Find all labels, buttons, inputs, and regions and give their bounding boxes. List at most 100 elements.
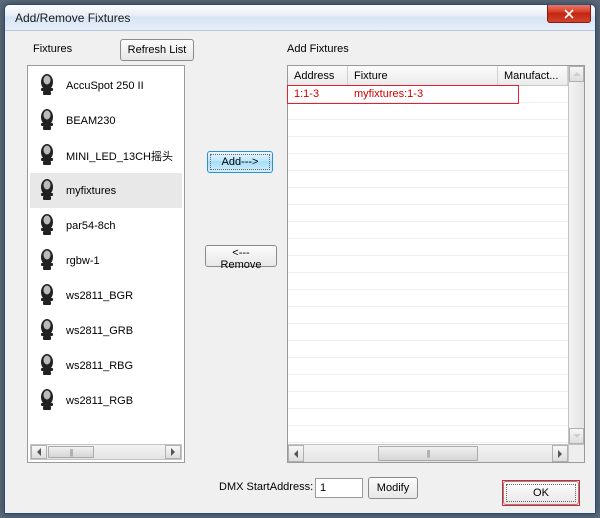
fixture-item-label: BEAM230 [66,115,116,127]
table-row[interactable] [288,154,568,171]
fixture-icon [34,213,60,239]
table-row[interactable] [288,222,568,239]
table-cell [498,188,568,204]
table-row[interactable] [288,375,568,392]
titlebar[interactable]: Add/Remove Fixtures [5,5,595,31]
scroll-track[interactable] [569,82,584,428]
close-button[interactable] [547,5,591,23]
scroll-down-button[interactable] [569,428,584,444]
scroll-thumb[interactable]: ||| [48,446,94,458]
table-cell [288,188,348,204]
fixture-list-item[interactable]: ws2811_RBG [30,348,182,383]
fixture-list-item[interactable]: BEAM230 [30,103,182,138]
table-cell [498,341,568,357]
dmx-start-label: DMX StartAddress: [219,481,313,493]
table-row[interactable] [288,358,568,375]
chevron-down-icon [573,433,581,439]
chevron-left-icon [293,450,299,458]
table-cell [498,324,568,340]
table-cell [348,307,498,323]
table-row[interactable] [288,273,568,290]
table-cell [498,426,568,442]
fixture-list-hscroll[interactable]: ||| [30,444,182,460]
table-cell [498,307,568,323]
table-row[interactable] [288,307,568,324]
column-header[interactable]: Address [288,66,348,85]
table-row[interactable] [288,188,568,205]
table-row[interactable]: 1:1-3myfixtures:1-3 [288,86,568,103]
table-cell [288,375,348,391]
table-cell [348,188,498,204]
table-cell [348,120,498,136]
table-vscroll[interactable] [568,66,584,444]
table-row[interactable] [288,103,568,120]
table-cell [288,409,348,425]
table-row[interactable] [288,341,568,358]
fixture-list: AccuSpot 250 II BEAM230 MINI_LED_13CH摇头myf… [27,65,185,463]
fixture-item-label: par54-8ch [66,220,116,232]
fixture-list-item[interactable]: myfixtures [30,173,182,208]
column-header[interactable]: Manufact... [498,66,568,85]
table-row[interactable] [288,409,568,426]
fixture-icon [34,108,60,134]
ok-button[interactable]: OK [503,481,579,505]
table-row[interactable] [288,239,568,256]
scroll-thumb[interactable]: ||| [378,446,477,461]
table-cell [498,154,568,170]
table-cell [288,341,348,357]
scroll-left-button[interactable] [288,445,304,462]
chevron-up-icon [573,71,581,77]
scroll-up-button[interactable] [569,66,584,82]
scroll-track[interactable]: ||| [47,445,165,459]
fixture-list-item[interactable]: MINI_LED_13CH摇头 [30,138,182,173]
table-row[interactable] [288,290,568,307]
scroll-track[interactable]: ||| [304,445,552,462]
fixture-list-item[interactable]: AccuSpot 250 II [30,68,182,103]
fixture-list-item[interactable]: ws2811_RGB [30,383,182,418]
table-cell: 1:1-3 [288,86,348,102]
table-cell [288,103,348,119]
fixture-item-label: MINI_LED_13CH摇头 [66,148,173,164]
table-cell [288,426,348,442]
table-row[interactable] [288,171,568,188]
table-hscroll[interactable]: ||| [288,444,568,462]
table-cell [348,358,498,374]
table-row[interactable] [288,137,568,154]
fixture-list-item[interactable]: ws2811_GRB [30,313,182,348]
table-cell [288,239,348,255]
table-cell [288,307,348,323]
dmx-start-input[interactable] [315,478,363,498]
scroll-right-button[interactable] [165,445,181,459]
table-row[interactable] [288,324,568,341]
table-row[interactable] [288,392,568,409]
table-cell [498,375,568,391]
table-cell [288,273,348,289]
column-header[interactable]: Fixture [348,66,498,85]
fixture-list-item[interactable]: rgbw-1 [30,243,182,278]
chevron-left-icon [36,448,42,456]
fixture-list-item[interactable]: ws2811_BGR [30,278,182,313]
table-cell [288,392,348,408]
modify-button[interactable]: Modify [368,477,418,499]
scroll-left-button[interactable] [31,445,47,459]
table-row[interactable] [288,205,568,222]
table-cell [288,137,348,153]
table-cell [288,256,348,272]
fixture-icon [34,143,60,169]
table-row[interactable] [288,426,568,443]
remove-button[interactable]: <---Remove [205,245,277,267]
table-cell [348,256,498,272]
table-row[interactable] [288,256,568,273]
add-fixtures-table: AddressFixtureManufact... 1:1-3myfixture… [287,65,585,463]
refresh-list-button[interactable]: Refresh List [120,39,194,61]
ok-highlight: OK [503,481,579,505]
scroll-right-button[interactable] [552,445,568,462]
fixture-list-item[interactable]: par54-8ch [30,208,182,243]
fixture-item-label: ws2811_RGB [66,395,133,407]
table-cell [288,205,348,221]
fixture-item-label: ws2811_GRB [66,325,133,337]
table-row[interactable] [288,120,568,137]
add-button[interactable]: Add---> [207,151,273,173]
fixture-item-label: rgbw-1 [66,255,100,267]
table-cell [498,205,568,221]
